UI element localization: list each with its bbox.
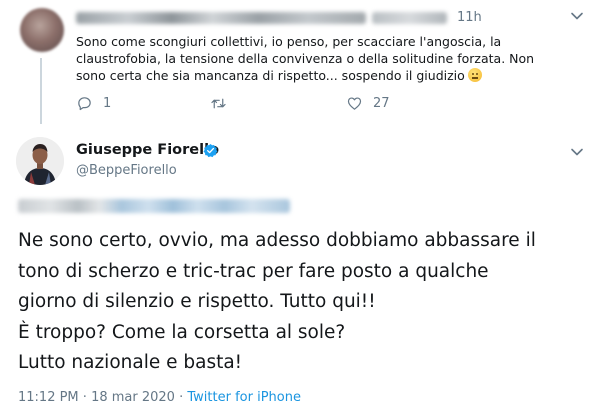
author-handle[interactable]: @BeppeFiorello (76, 163, 177, 178)
tweet-source-link[interactable]: Twitter for iPhone (187, 390, 301, 405)
like-button[interactable]: 27 (346, 95, 390, 112)
author-display-name[interactable]: Giuseppe Fiorello (76, 142, 219, 158)
reply-count: 1 (103, 96, 112, 111)
chevron-down-icon[interactable] (569, 144, 585, 160)
author-portrait-image (16, 137, 64, 185)
parent-tweet-text: Sono come scongiuri collettivi, io penso… (76, 34, 535, 83)
parent-author-handle-redacted[interactable] (372, 12, 447, 24)
parent-tweet-time[interactable]: 11h (457, 10, 482, 25)
parent-author-name-redacted[interactable] (76, 12, 366, 24)
thread-connector-line (40, 58, 42, 124)
tweet-date[interactable]: 18 mar 2020 (91, 390, 175, 405)
neutral-face-emoji-icon (467, 68, 482, 82)
meta-separator: · (82, 390, 87, 405)
retweet-button[interactable] (210, 95, 237, 112)
replying-to-redacted[interactable] (18, 199, 290, 213)
tweet-metadata: 11:12 PM · 18 mar 2020 · Twitter for iPh… (18, 390, 301, 405)
chevron-down-icon[interactable] (569, 8, 585, 24)
verified-badge-icon (203, 143, 218, 158)
parent-tweet-actions: 1 27 (76, 95, 496, 115)
retweet-icon (211, 98, 226, 109)
reply-button[interactable]: 1 (76, 95, 111, 112)
like-count: 27 (373, 96, 390, 111)
meta-separator: · (179, 390, 184, 405)
author-avatar[interactable] (16, 137, 64, 185)
reply-icon (78, 97, 91, 111)
main-tweet-text: Ne sono certo, ovvio, ma adesso dobbiamo… (18, 230, 536, 373)
parent-author-avatar[interactable] (20, 8, 64, 52)
tweet-time[interactable]: 11:12 PM (18, 390, 79, 405)
like-icon (347, 97, 362, 110)
